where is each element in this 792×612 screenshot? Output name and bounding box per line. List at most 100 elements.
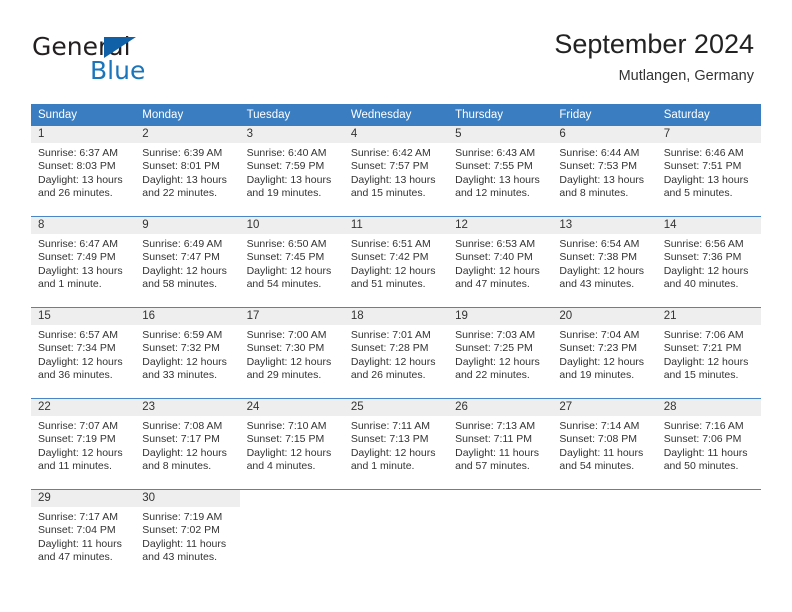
day-details: Sunrise: 6:54 AM Sunset: 7:38 PM Dayligh… <box>552 234 656 292</box>
daylight-text-line1: Daylight: 12 hours <box>246 446 332 459</box>
daylight-text-line1: Daylight: 13 hours <box>559 173 645 186</box>
daylight-text-line1: Daylight: 11 hours <box>455 446 539 459</box>
sunset-text: Sunset: 7:57 PM <box>350 160 429 173</box>
daylight-text-line1: Daylight: 13 hours <box>663 173 749 186</box>
daylight-text-line1: Daylight: 13 hours <box>350 173 436 186</box>
sunset-text: Sunset: 7:32 PM <box>142 342 220 355</box>
day-number: 25 <box>343 399 449 416</box>
calendar-day-cell[interactable]: 27 Sunrise: 7:14 AM Sunset: 7:08 PM Dayl… <box>552 398 657 490</box>
day-number: 30 <box>135 490 240 507</box>
calendar-week-row: 29 Sunrise: 7:17 AM Sunset: 7:04 PM Dayl… <box>31 489 761 580</box>
daylight-text-line1: Daylight: 12 hours <box>455 264 540 277</box>
brand-name-blue: Blue <box>90 56 146 85</box>
daylight-text-line2: and 19 minutes. <box>559 369 635 382</box>
daylight-text-line2: and 26 minutes. <box>350 369 426 382</box>
day-details: Sunrise: 7:01 AM Sunset: 7:28 PM Dayligh… <box>344 325 448 383</box>
weekday-header-monday: Monday <box>135 104 240 126</box>
day-number: 11 <box>343 217 449 234</box>
calendar-day-cell[interactable]: 6 Sunrise: 6:44 AM Sunset: 7:53 PM Dayli… <box>552 126 657 217</box>
day-number: 4 <box>343 126 449 143</box>
calendar-day-cell[interactable]: 25 Sunrise: 7:11 AM Sunset: 7:13 PM Dayl… <box>343 398 449 490</box>
day-details: Sunrise: 6:47 AM Sunset: 7:49 PM Dayligh… <box>31 234 135 292</box>
daylight-text-line2: and 54 minutes. <box>246 278 322 291</box>
triangle-logo-icon <box>104 37 136 58</box>
sunrise-text: Sunrise: 6:49 AM <box>142 238 223 250</box>
calendar-day-cell[interactable]: 10 Sunrise: 6:50 AM Sunset: 7:45 PM Dayl… <box>239 216 344 308</box>
day-number: 7 <box>656 126 761 143</box>
calendar-day-cell[interactable]: 18 Sunrise: 7:01 AM Sunset: 7:28 PM Dayl… <box>343 307 449 399</box>
calendar-day-cell[interactable]: 15 Sunrise: 6:57 AM Sunset: 7:34 PM Dayl… <box>31 307 136 399</box>
sunrise-text: Sunrise: 7:07 AM <box>38 420 118 432</box>
calendar-day-cell[interactable]: 19 Sunrise: 7:03 AM Sunset: 7:25 PM Dayl… <box>448 307 553 399</box>
daylight-text-line1: Daylight: 11 hours <box>663 446 748 459</box>
sunrise-text: Sunrise: 6:57 AM <box>38 329 118 341</box>
calendar-day-cell[interactable]: 4 Sunrise: 6:42 AM Sunset: 7:57 PM Dayli… <box>343 126 449 217</box>
sunset-text: Sunset: 7:40 PM <box>455 251 533 264</box>
sunrise-text: Sunrise: 7:04 AM <box>559 329 640 341</box>
calendar-day-cell[interactable]: 20 Sunrise: 7:04 AM Sunset: 7:23 PM Dayl… <box>552 307 657 399</box>
calendar-day-cell[interactable]: 17 Sunrise: 7:00 AM Sunset: 7:30 PM Dayl… <box>239 307 344 399</box>
calendar-day-cell[interactable]: 2 Sunrise: 6:39 AM Sunset: 8:01 PM Dayli… <box>135 126 240 217</box>
calendar-empty-cell <box>239 489 344 580</box>
weekday-header-sunday: Sunday <box>31 104 136 126</box>
day-details: Sunrise: 7:17 AM Sunset: 7:04 PM Dayligh… <box>31 507 135 565</box>
calendar-empty-cell <box>343 489 449 580</box>
daylight-text-line2: and 43 minutes. <box>142 551 217 564</box>
title-block: September 2024 Mutlangen, Germany <box>554 28 754 85</box>
daylight-text-line2: and 22 minutes. <box>142 187 217 200</box>
calendar-day-cell[interactable]: 26 Sunrise: 7:13 AM Sunset: 7:11 PM Dayl… <box>448 398 553 490</box>
calendar-day-cell[interactable]: 8 Sunrise: 6:47 AM Sunset: 7:49 PM Dayli… <box>31 216 136 308</box>
weekday-header-wednesday: Wednesday <box>343 104 449 126</box>
page-header: General Blue September 2024 Mutlangen, G… <box>0 0 792 100</box>
calendar-day-cell[interactable]: 23 Sunrise: 7:08 AM Sunset: 7:17 PM Dayl… <box>135 398 240 490</box>
brand-logo[interactable]: General Blue <box>32 33 262 87</box>
day-number: 27 <box>552 399 657 416</box>
page-title: September 2024 <box>554 29 754 59</box>
calendar-day-cell[interactable]: 28 Sunrise: 7:16 AM Sunset: 7:06 PM Dayl… <box>656 398 761 490</box>
day-details: Sunrise: 7:07 AM Sunset: 7:19 PM Dayligh… <box>31 416 135 474</box>
calendar-day-cell[interactable]: 5 Sunrise: 6:43 AM Sunset: 7:55 PM Dayli… <box>448 126 553 217</box>
calendar-day-cell[interactable]: 16 Sunrise: 6:59 AM Sunset: 7:32 PM Dayl… <box>135 307 240 399</box>
calendar-day-cell[interactable]: 30 Sunrise: 7:19 AM Sunset: 7:02 PM Dayl… <box>135 489 240 580</box>
sunset-text: Sunset: 7:34 PM <box>38 342 116 355</box>
sunset-text: Sunset: 8:01 PM <box>142 160 220 173</box>
daylight-text-line2: and 57 minutes. <box>455 460 530 473</box>
sunset-text: Sunset: 7:59 PM <box>246 160 325 173</box>
calendar-day-cell[interactable]: 13 Sunrise: 6:54 AM Sunset: 7:38 PM Dayl… <box>552 216 657 308</box>
calendar-week-row: 22 Sunrise: 7:07 AM Sunset: 7:19 PM Dayl… <box>31 398 761 490</box>
calendar-day-cell[interactable]: 24 Sunrise: 7:10 AM Sunset: 7:15 PM Dayl… <box>239 398 344 490</box>
daylight-text-line2: and 5 minutes. <box>663 187 733 200</box>
day-details: Sunrise: 7:06 AM Sunset: 7:21 PM Dayligh… <box>657 325 761 383</box>
day-details: Sunrise: 6:44 AM Sunset: 7:53 PM Dayligh… <box>552 143 656 201</box>
daylight-text-line2: and 50 minutes. <box>663 460 739 473</box>
day-number: 3 <box>239 126 344 143</box>
calendar-day-cell[interactable]: 21 Sunrise: 7:06 AM Sunset: 7:21 PM Dayl… <box>656 307 761 399</box>
daylight-text-line2: and 4 minutes. <box>246 460 316 473</box>
calendar-day-cell[interactable]: 3 Sunrise: 6:40 AM Sunset: 7:59 PM Dayli… <box>239 126 344 217</box>
sunset-text: Sunset: 7:06 PM <box>663 433 742 446</box>
daylight-text-line1: Daylight: 11 hours <box>38 537 122 550</box>
calendar-day-cell[interactable]: 7 Sunrise: 6:46 AM Sunset: 7:51 PM Dayli… <box>656 126 761 217</box>
sunrise-text: Sunrise: 6:54 AM <box>559 238 640 250</box>
calendar-day-cell[interactable]: 14 Sunrise: 6:56 AM Sunset: 7:36 PM Dayl… <box>656 216 761 308</box>
sunrise-text: Sunrise: 7:03 AM <box>455 329 536 341</box>
day-details: Sunrise: 7:13 AM Sunset: 7:11 PM Dayligh… <box>448 416 552 474</box>
daylight-text-line2: and 1 minute. <box>38 278 102 291</box>
calendar-day-cell[interactable]: 1 Sunrise: 6:37 AM Sunset: 8:03 PM Dayli… <box>31 126 136 217</box>
day-details: Sunrise: 6:42 AM Sunset: 7:57 PM Dayligh… <box>344 143 448 201</box>
daylight-text-line2: and 22 minutes. <box>455 369 530 382</box>
daylight-text-line2: and 40 minutes. <box>663 278 739 291</box>
daylight-text-line1: Daylight: 12 hours <box>38 446 123 459</box>
daylight-text-line1: Daylight: 12 hours <box>663 355 749 368</box>
sunset-text: Sunset: 7:23 PM <box>559 342 638 355</box>
day-number: 10 <box>239 217 344 234</box>
sunset-text: Sunset: 7:51 PM <box>663 160 742 173</box>
sunset-text: Sunset: 7:11 PM <box>455 433 532 446</box>
calendar-day-cell[interactable]: 9 Sunrise: 6:49 AM Sunset: 7:47 PM Dayli… <box>135 216 240 308</box>
calendar-day-cell[interactable]: 29 Sunrise: 7:17 AM Sunset: 7:04 PM Dayl… <box>31 489 136 580</box>
calendar-day-cell[interactable]: 12 Sunrise: 6:53 AM Sunset: 7:40 PM Dayl… <box>448 216 553 308</box>
calendar-day-cell[interactable]: 11 Sunrise: 6:51 AM Sunset: 7:42 PM Dayl… <box>343 216 449 308</box>
calendar-day-cell[interactable]: 22 Sunrise: 7:07 AM Sunset: 7:19 PM Dayl… <box>31 398 136 490</box>
day-details: Sunrise: 6:53 AM Sunset: 7:40 PM Dayligh… <box>448 234 552 292</box>
sunrise-text: Sunrise: 7:16 AM <box>663 420 744 432</box>
